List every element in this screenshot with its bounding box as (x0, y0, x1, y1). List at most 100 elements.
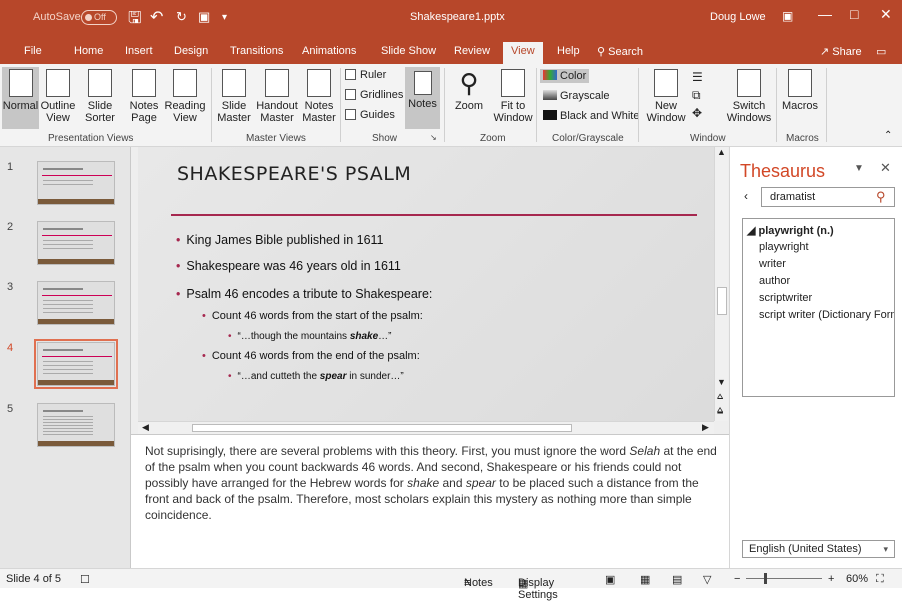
slideshow-status-icon[interactable]: ▽ (703, 573, 711, 586)
slide-title[interactable]: SHAKESPEARE'S PSALM (177, 163, 411, 185)
outline-view-button[interactable]: Outline View (38, 69, 78, 124)
guides-checkbox[interactable]: Guides (345, 109, 395, 121)
next-slide-icon[interactable]: ⩠ (717, 405, 723, 416)
thesaurus-item[interactable]: author (759, 275, 790, 287)
close-pane-icon[interactable]: ✕ (880, 160, 891, 176)
zoom-button[interactable]: ⚲ Zoom (450, 69, 488, 112)
vertical-scroll-thumb[interactable] (717, 287, 727, 315)
arrange-all-icon[interactable]: ☰ (692, 70, 703, 84)
slide-thumbnail-4[interactable] (34, 339, 118, 389)
accessibility-icon[interactable]: ☐ (80, 573, 90, 586)
tab-view[interactable]: View (503, 42, 543, 64)
slide-thumbnail-5[interactable] (37, 403, 115, 447)
user-name[interactable]: Doug Lowe (710, 11, 766, 23)
notes-master-button[interactable]: Notes Master (300, 69, 338, 124)
ruler-checkbox[interactable]: Ruler (345, 69, 386, 81)
notes-page-button[interactable]: Notes Page (124, 69, 164, 124)
bullet-2[interactable]: • Shakespeare was 46 years old in 1611 (176, 259, 401, 273)
thesaurus-item[interactable]: script writer (Dictionary Form) (759, 309, 894, 321)
tab-design[interactable]: Design (174, 45, 208, 57)
slide-thumbnail-2[interactable] (37, 221, 115, 265)
grayscale-button[interactable]: Grayscale (543, 90, 610, 102)
current-slide[interactable]: SHAKESPEARE'S PSALM • King James Bible pu… (138, 147, 714, 421)
fit-slide-icon[interactable]: ⛶ (876, 573, 884, 586)
share-button[interactable]: ↗ Share (820, 45, 862, 58)
slide-horizontal-scrollbar[interactable]: ◀ ▶ (138, 421, 714, 434)
bullet-3[interactable]: • Psalm 46 encodes a tribute to Shakespea… (176, 287, 432, 301)
notes-toggle-button[interactable]: Notes (405, 67, 440, 129)
zoom-level[interactable]: 60% (846, 573, 868, 585)
language-select[interactable]: English (United States) ▾ (742, 540, 895, 558)
slide-thumbnail-3[interactable] (37, 281, 115, 325)
fit-to-window-button[interactable]: Fit to Window (490, 69, 536, 124)
thesaurus-item[interactable]: scriptwriter (759, 292, 812, 304)
tab-slide-show[interactable]: Slide Show (381, 45, 436, 57)
slide-thumbnail-1[interactable] (37, 161, 115, 205)
scroll-right-icon[interactable]: ▶ (702, 422, 709, 433)
tab-help[interactable]: Help (557, 45, 580, 57)
zoom-slider-track[interactable] (746, 578, 822, 579)
collapse-ribbon-icon[interactable]: ⌃ (884, 130, 892, 141)
previous-slide-icon[interactable]: ⩟ (717, 391, 723, 402)
redo-icon[interactable]: ↻ (176, 9, 187, 25)
reading-view-status-icon[interactable]: ▤ (672, 573, 682, 586)
horizontal-scroll-thumb[interactable] (192, 424, 572, 432)
close-button[interactable]: ✕ (880, 6, 892, 23)
notes-pane[interactable]: Not suprisingly, there are several probl… (131, 434, 729, 568)
zoom-slider-thumb[interactable] (764, 573, 767, 584)
zoom-out-icon[interactable]: − (734, 573, 740, 585)
comments-icon[interactable]: ▭ (876, 45, 886, 58)
quote-1[interactable]: • “…though the mountains shake…” (228, 331, 392, 342)
tab-home[interactable]: Home (74, 45, 103, 57)
scroll-down-icon[interactable]: ▼ (717, 377, 726, 387)
show-dialog-launcher-icon[interactable]: ↘ (430, 133, 437, 142)
switch-windows-button[interactable]: Switch Windows (722, 69, 776, 124)
tab-animations[interactable]: Animations (302, 45, 356, 57)
normal-view-status-icon[interactable]: ▣ (605, 573, 615, 586)
notes-text[interactable]: Not suprisingly, there are several probl… (145, 443, 717, 523)
minimize-button[interactable]: — (818, 6, 832, 22)
new-window-button[interactable]: New Window (645, 69, 687, 124)
normal-view-button[interactable]: Normal (2, 67, 39, 129)
autosave-toggle[interactable]: Off (81, 10, 117, 25)
slide-master-button[interactable]: Slide Master (214, 69, 254, 124)
sub-bullet-1[interactable]: • Count 46 words from the start of the ps… (202, 310, 423, 322)
sub-bullet-2[interactable]: • Count 46 words from the end of the psal… (202, 350, 420, 362)
zoom-in-icon[interactable]: + (828, 573, 834, 585)
black-and-white-button[interactable]: Black and White (543, 110, 639, 122)
thesaurus-search-input[interactable]: dramatist ⚲ (761, 187, 895, 207)
bullet-1[interactable]: • King James Bible published in 1611 (176, 233, 384, 247)
tab-review[interactable]: Review (454, 45, 490, 57)
search-icon[interactable]: ⚲ (876, 189, 886, 205)
color-button[interactable]: Color (540, 69, 590, 83)
thesaurus-heading[interactable]: ◢ playwright (n.) (747, 224, 834, 237)
customize-qat-icon[interactable]: ▾ (222, 12, 227, 23)
scroll-left-icon[interactable]: ◀ (142, 422, 149, 433)
quote-2[interactable]: • “…and cutteth the spear in sunder…” (228, 371, 404, 382)
slide-vertical-scrollbar[interactable]: ▲ ▼ ⩟ ⩠ (714, 147, 728, 421)
scroll-up-icon[interactable]: ▲ (717, 147, 726, 157)
thesaurus-item[interactable]: writer (759, 258, 786, 270)
search-box[interactable]: ⚲ Search (597, 45, 643, 58)
back-arrow-icon[interactable]: ‹ (744, 189, 748, 203)
bullet-3-text: Psalm 46 encodes a tribute to Shakespear… (186, 287, 433, 301)
pane-options-chevron-icon[interactable]: ▼ (854, 163, 864, 174)
move-split-icon[interactable]: ✥ (692, 106, 702, 120)
thumbnail-number: 2 (7, 221, 14, 233)
tab-transitions[interactable]: Transitions (230, 45, 283, 57)
undo-icon[interactable]: ↶ (150, 7, 163, 27)
save-icon[interactable]: 🖫 (128, 7, 142, 34)
maximize-button[interactable]: □ (850, 6, 858, 22)
tab-insert[interactable]: Insert (125, 45, 153, 57)
tab-file[interactable]: File (24, 45, 42, 57)
thesaurus-item[interactable]: playwright (759, 241, 809, 253)
reading-view-button[interactable]: Reading View (162, 69, 208, 124)
slide-sorter-status-icon[interactable]: ▦ (640, 573, 650, 586)
ribbon-display-options-icon[interactable]: ▣ (782, 9, 793, 23)
gridlines-checkbox[interactable]: Gridlines (345, 89, 403, 101)
cascade-icon[interactable]: ⧉ (692, 88, 701, 103)
slide-sorter-button[interactable]: Slide Sorter (78, 69, 122, 124)
macros-button[interactable]: Macros (778, 69, 822, 112)
handout-master-button[interactable]: Handout Master (254, 69, 300, 124)
start-slideshow-icon[interactable]: ▣ (198, 9, 210, 25)
